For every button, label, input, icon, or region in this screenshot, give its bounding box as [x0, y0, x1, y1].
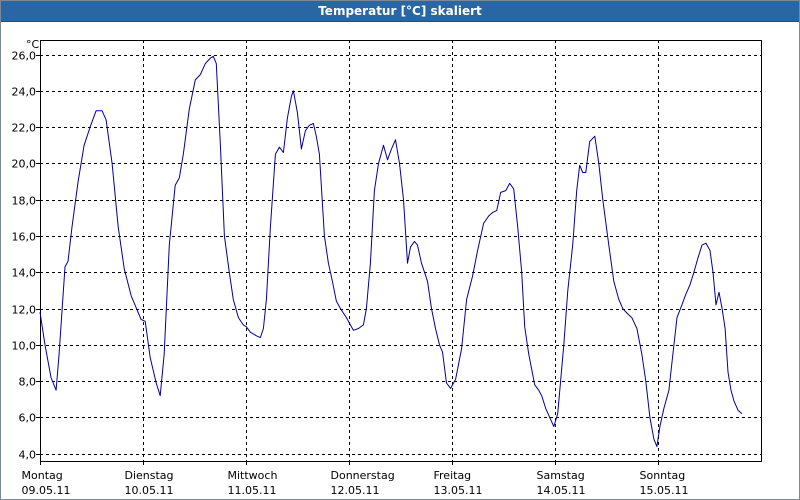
y-tick-label: 4,0 — [19, 449, 37, 462]
x-tick-day: Samstag — [537, 469, 585, 482]
x-tick-date: 14.05.11 — [537, 484, 586, 497]
y-tick-label: 18,0 — [12, 195, 37, 208]
y-tick-label: 20,0 — [12, 158, 37, 171]
y-tick-label: 16,0 — [12, 231, 37, 244]
x-tick-date: 15.05.11 — [640, 484, 689, 497]
y-tick-label: 22,0 — [12, 122, 37, 135]
x-tick-date: 10.05.11 — [125, 484, 174, 497]
y-tick-label: 12,0 — [12, 304, 37, 317]
y-tick-label: 14,0 — [12, 267, 37, 280]
x-tick-day: Mittwoch — [228, 469, 278, 482]
x-tick-date: 13.05.11 — [434, 484, 483, 497]
plot-area — [40, 40, 761, 461]
y-tick-label: 24,0 — [12, 86, 37, 99]
y-axis-unit: °C — [26, 38, 40, 51]
x-tick-day: Freitag — [434, 469, 472, 482]
x-tick-day: Sonntag — [640, 469, 686, 482]
x-tick-day: Montag — [22, 469, 63, 482]
y-tick-label: 6,0 — [19, 412, 37, 425]
temperature-line-chart: 4,0 6,0 8,0 10,0 12,0 14,0 16,0 18,0 20,0 22,0 24,… — [12, 38, 762, 497]
x-tick-date: 09.05.11 — [22, 484, 71, 497]
x-tick-day: Dienstag — [125, 469, 174, 482]
y-tick-label: 8,0 — [19, 376, 37, 389]
x-tick-date: 11.05.11 — [228, 484, 277, 497]
x-tick-date: 12.05.11 — [331, 484, 380, 497]
y-tick-label: 10,0 — [12, 340, 37, 353]
y-tick-label: 26,0 — [12, 50, 37, 63]
x-tick-day: Donnerstag — [331, 469, 395, 482]
